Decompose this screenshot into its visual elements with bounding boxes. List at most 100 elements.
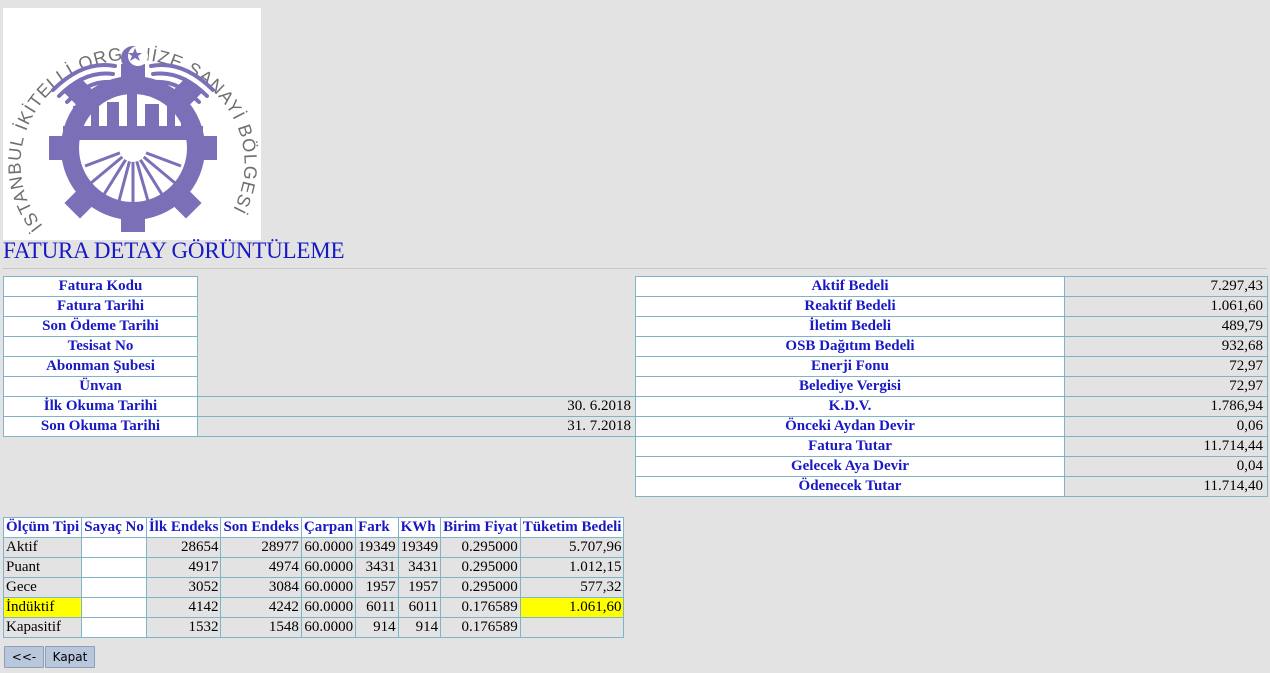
- title-divider: [3, 268, 1267, 269]
- first-index-cell: 1532: [145, 617, 222, 638]
- measure-type-cell: Puant: [2, 557, 83, 578]
- charge-label: Fatura Tutar: [635, 436, 1065, 457]
- charge-value: 0,06: [1064, 416, 1268, 437]
- kwh-cell: 1957: [397, 577, 442, 598]
- table-row: Son Ödeme Tarihi: [3, 316, 636, 337]
- table-row: Tesisat No: [3, 336, 636, 357]
- last-index-cell: 4242: [220, 597, 302, 618]
- column-header: Fark: [355, 517, 399, 538]
- table-row: Aktif Bedeli 7.297,43: [635, 276, 1268, 297]
- unit-price-cell: 0.295000: [440, 537, 521, 558]
- subscriber-branch-label: Abonman Şubesi: [3, 356, 198, 377]
- column-header: Sayaç No: [81, 517, 147, 538]
- first-reading-date-label: İlk Okuma Tarihi: [3, 396, 198, 417]
- multiplier-cell: 60.0000: [300, 537, 357, 558]
- charge-label: Aktif Bedeli: [635, 276, 1065, 297]
- charge-label: Enerji Fonu: [635, 356, 1065, 377]
- multiplier-cell: 60.0000: [300, 577, 357, 598]
- osb-logo: İSTANBUL İKİTELLİ ORGANİZE SANAYİ BÖLGES…: [3, 8, 261, 240]
- table-row: Abonman Şubesi: [3, 356, 636, 377]
- back-button[interactable]: <<-: [4, 646, 44, 668]
- consumption-cost-cell: [519, 617, 625, 638]
- table-row: Kapasitif 1532 1548 60.0000 914 914 0.17…: [2, 617, 625, 638]
- charge-value: 7.297,43: [1064, 276, 1268, 297]
- charge-label: Belediye Vergisi: [635, 376, 1065, 397]
- table-row: Ödenecek Tutar 11.714,40: [635, 476, 1268, 497]
- installation-no-label: Tesisat No: [3, 336, 198, 357]
- table-row: Fatura Kodu: [3, 276, 636, 297]
- unit-price-cell: 0.295000: [440, 577, 521, 598]
- column-header: KWh: [397, 517, 442, 538]
- first-index-cell: 4142: [145, 597, 222, 618]
- subscriber-branch-value: [197, 356, 636, 377]
- charge-value: 72,97: [1064, 356, 1268, 377]
- charge-label: K.D.V.: [635, 396, 1065, 417]
- measure-type-cell: Kapasitif: [2, 617, 83, 638]
- consumption-cost-cell: 1.012,15: [519, 557, 625, 578]
- invoice-date-label: Fatura Tarihi: [3, 296, 198, 317]
- charge-value: 11.714,40: [1064, 476, 1268, 497]
- table-row: Ünvan: [3, 376, 636, 397]
- consumption-cost-cell: 5.707,96: [519, 537, 625, 558]
- unit-price-cell: 0.295000: [440, 557, 521, 578]
- column-header: Ölçüm Tipi: [2, 517, 83, 538]
- charge-value: 0,04: [1064, 456, 1268, 477]
- due-date-value: [197, 316, 636, 337]
- last-index-cell: 28977: [220, 537, 302, 558]
- difference-cell: 19349: [355, 537, 399, 558]
- charge-value: 11.714,44: [1064, 436, 1268, 457]
- table-row: Reaktif Bedeli 1.061,60: [635, 296, 1268, 317]
- first-reading-date-value: 30. 6.2018: [197, 396, 636, 417]
- meter-no-cell: [81, 617, 147, 638]
- kwh-cell: 914: [397, 617, 442, 638]
- column-header: Çarpan: [300, 517, 357, 538]
- charge-value: 932,68: [1064, 336, 1268, 357]
- last-reading-date-value: 31. 7.2018: [197, 416, 636, 437]
- column-header: İlk Endeks: [145, 517, 222, 538]
- charge-label: Ödenecek Tutar: [635, 476, 1065, 497]
- table-row: Enerji Fonu 72,97: [635, 356, 1268, 377]
- charge-label: OSB Dağıtım Bedeli: [635, 336, 1065, 357]
- title-value: [197, 376, 636, 397]
- first-index-cell: 4917: [145, 557, 222, 578]
- table-row: İlk Okuma Tarihi 30. 6.2018: [3, 396, 636, 417]
- title-label: Ünvan: [3, 376, 198, 397]
- table-row: K.D.V. 1.786,94: [635, 396, 1268, 417]
- kwh-cell: 6011: [397, 597, 442, 618]
- difference-cell: 3431: [355, 557, 399, 578]
- table-row: Puant 4917 4974 60.0000 3431 3431 0.2950…: [2, 557, 625, 578]
- invoice-code-label: Fatura Kodu: [3, 276, 198, 297]
- charges-table: Aktif Bedeli 7.297,43 Reaktif Bedeli 1.061…: [635, 276, 1268, 497]
- meter-no-cell: [81, 597, 147, 618]
- unit-price-cell: 0.176589: [440, 597, 521, 618]
- kwh-cell: 3431: [397, 557, 442, 578]
- meter-readings-table: Ölçüm Tipi Sayaç No İlk Endeks Son Endek…: [2, 517, 625, 638]
- table-row: Son Okuma Tarihi 31. 7.2018: [3, 416, 636, 437]
- multiplier-cell: 60.0000: [300, 557, 357, 578]
- last-index-cell: 3084: [220, 577, 302, 598]
- multiplier-cell: 60.0000: [300, 617, 357, 638]
- charge-value: 1.786,94: [1064, 396, 1268, 417]
- last-index-cell: 1548: [220, 617, 302, 638]
- charge-value: 489,79: [1064, 316, 1268, 337]
- last-reading-date-label: Son Okuma Tarihi: [3, 416, 198, 437]
- last-index-cell: 4974: [220, 557, 302, 578]
- charge-label: İletim Bedeli: [635, 316, 1065, 337]
- measure-type-cell: Aktif: [2, 537, 83, 558]
- table-row: Aktif 28654 28977 60.0000 19349 19349 0.…: [2, 537, 625, 558]
- table-header-row: Ölçüm Tipi Sayaç No İlk Endeks Son Endek…: [2, 517, 625, 538]
- due-date-label: Son Ödeme Tarihi: [3, 316, 198, 337]
- consumption-cost-cell: 1.061,60: [519, 597, 625, 618]
- table-row: Gece 3052 3084 60.0000 1957 1957 0.29500…: [2, 577, 625, 598]
- meter-no-cell: [81, 537, 147, 558]
- meter-no-cell: [81, 557, 147, 578]
- table-row: İndüktif 4142 4242 60.0000 6011 6011 0.1…: [2, 597, 625, 618]
- unit-price-cell: 0.176589: [440, 617, 521, 638]
- close-button[interactable]: Kapat: [45, 646, 95, 668]
- meter-no-cell: [81, 577, 147, 598]
- invoice-info-table: Fatura Kodu Fatura Tarihi Son Ödeme Tari…: [3, 276, 636, 437]
- difference-cell: 914: [355, 617, 399, 638]
- table-row: OSB Dağıtım Bedeli 932,68: [635, 336, 1268, 357]
- charge-label: Gelecek Aya Devir: [635, 456, 1065, 477]
- charge-value: 1.061,60: [1064, 296, 1268, 317]
